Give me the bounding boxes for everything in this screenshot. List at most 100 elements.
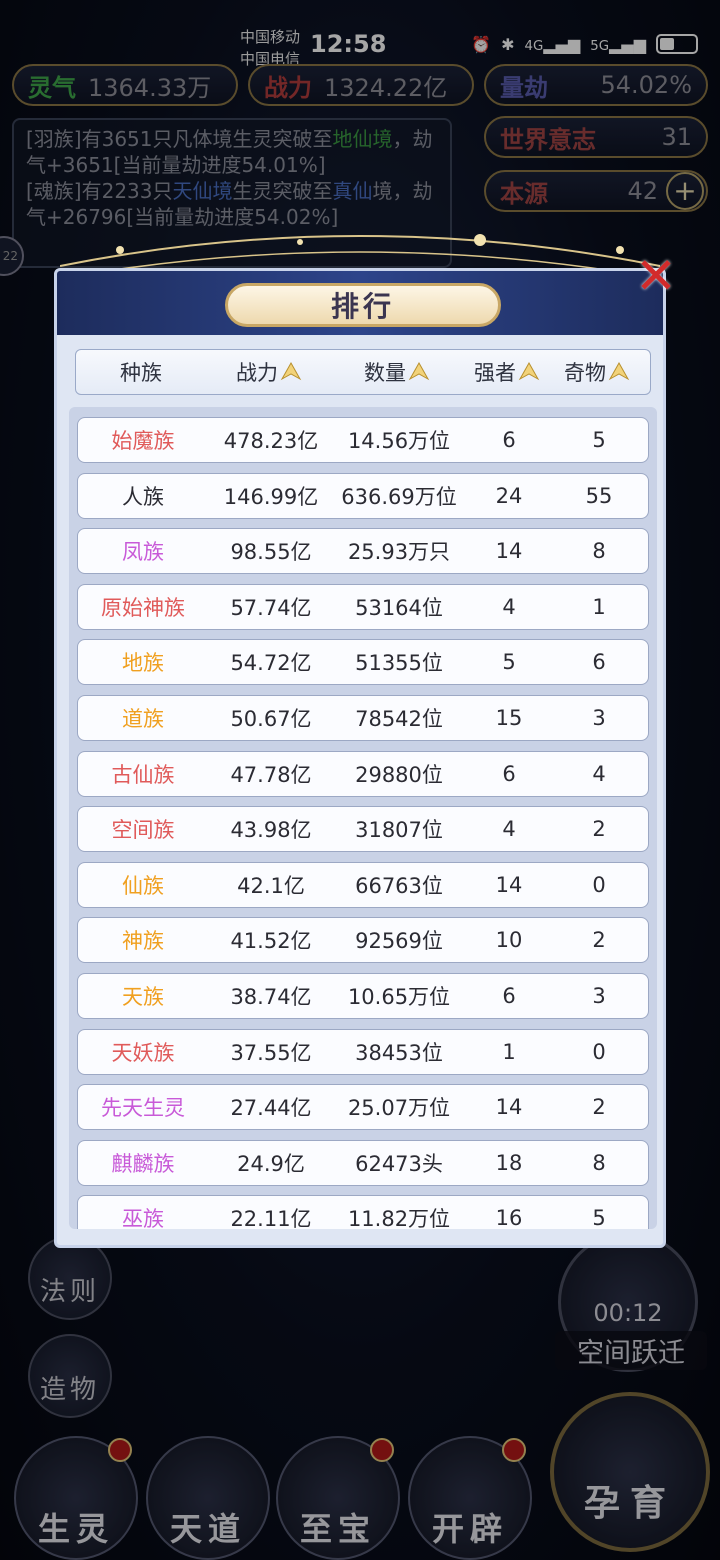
table-row[interactable]: 空间族 43.98亿 31807位 4 2 bbox=[77, 806, 649, 853]
count-cell: 25.07万位 bbox=[347, 1096, 451, 1121]
treasure-cell: 55 bbox=[585, 483, 613, 508]
treasure-cell: 5 bbox=[592, 428, 606, 452]
sort-count[interactable]: 数量 bbox=[332, 357, 462, 387]
treasure-cell: 2 bbox=[592, 817, 606, 842]
close-button[interactable]: ✕ bbox=[624, 244, 688, 308]
ranking-header: 种族 战力 数量 强者 奇物 bbox=[75, 349, 651, 395]
elite-cell: 14 bbox=[495, 872, 523, 897]
power-cell: 43.98亿 bbox=[230, 818, 312, 843]
treasure-cell: 8 bbox=[592, 539, 606, 564]
table-row[interactable]: 凤族 98.55亿 25.93万只 14 8 bbox=[77, 528, 649, 575]
count-cell: 51355位 bbox=[355, 651, 443, 676]
count-cell: 636.69万位 bbox=[341, 484, 457, 509]
elite-cell: 18 bbox=[495, 1150, 523, 1175]
power-cell: 54.72亿 bbox=[230, 651, 312, 676]
elite-cell: 14 bbox=[495, 1095, 523, 1120]
count-cell: 62473头 bbox=[355, 1151, 443, 1176]
elite-cell: 6 bbox=[502, 761, 516, 786]
elite-cell: 10 bbox=[495, 928, 523, 953]
col-race: 种族 bbox=[120, 361, 162, 385]
race-cell: 始魔族 bbox=[111, 429, 175, 453]
race-cell: 凤族 bbox=[122, 540, 164, 565]
race-cell: 古仙族 bbox=[111, 762, 175, 787]
count-cell: 10.65万位 bbox=[347, 984, 451, 1009]
treasure-cell: 6 bbox=[592, 650, 606, 675]
treasure-cell: 1 bbox=[592, 594, 606, 619]
elite-cell: 15 bbox=[495, 705, 523, 730]
modal-header: 排行 bbox=[57, 271, 663, 335]
sort-arrow-icon bbox=[280, 361, 302, 381]
power-cell: 42.1亿 bbox=[237, 873, 305, 898]
treasure-cell: 2 bbox=[592, 928, 606, 953]
sort-arrow-icon bbox=[608, 361, 630, 381]
table-row[interactable]: 原始神族 57.74亿 53164位 4 1 bbox=[77, 583, 649, 630]
elite-cell: 1 bbox=[502, 1039, 516, 1064]
count-cell: 14.56万位 bbox=[347, 429, 451, 453]
table-row[interactable]: 天族 38.74亿 10.65万位 6 3 bbox=[77, 972, 649, 1019]
elite-cell: 14 bbox=[495, 539, 523, 564]
treasure-cell: 4 bbox=[592, 761, 606, 786]
race-cell: 人族 bbox=[122, 484, 164, 509]
sort-power[interactable]: 战力 bbox=[206, 357, 332, 387]
table-row[interactable]: 道族 50.67亿 78542位 15 3 bbox=[77, 694, 649, 741]
treasure-cell: 2 bbox=[592, 1095, 606, 1120]
elite-cell: 16 bbox=[495, 1206, 523, 1229]
table-row[interactable]: 古仙族 47.78亿 29880位 6 4 bbox=[77, 750, 649, 797]
treasure-cell: 3 bbox=[592, 983, 606, 1008]
count-cell: 11.82万位 bbox=[347, 1207, 451, 1229]
power-cell: 27.44亿 bbox=[230, 1096, 312, 1121]
table-row[interactable]: 先天生灵 27.44亿 25.07万位 14 2 bbox=[77, 1084, 649, 1131]
elite-cell: 6 bbox=[502, 983, 516, 1008]
power-cell: 50.67亿 bbox=[230, 706, 312, 731]
treasure-cell: 3 bbox=[592, 705, 606, 730]
table-row[interactable]: 神族 41.52亿 92569位 10 2 bbox=[77, 917, 649, 964]
power-cell: 37.55亿 bbox=[230, 1040, 312, 1065]
table-row[interactable]: 麒麟族 24.9亿 62473头 18 8 bbox=[77, 1139, 649, 1186]
count-cell: 92569位 bbox=[355, 929, 443, 954]
table-row[interactable]: 天妖族 37.55亿 38453位 1 0 bbox=[77, 1028, 649, 1075]
treasure-cell: 0 bbox=[592, 872, 606, 897]
sort-arrow-icon bbox=[408, 361, 430, 381]
table-row[interactable]: 仙族 42.1亿 66763位 14 0 bbox=[77, 861, 649, 908]
count-cell: 25.93万只 bbox=[347, 540, 451, 565]
count-cell: 29880位 bbox=[355, 762, 443, 787]
power-cell: 98.55亿 bbox=[230, 540, 312, 565]
power-cell: 38.74亿 bbox=[230, 984, 312, 1009]
elite-cell: 5 bbox=[502, 650, 516, 675]
race-cell: 空间族 bbox=[111, 818, 175, 843]
sort-treasure[interactable]: 奇物 bbox=[552, 357, 642, 387]
ranking-list[interactable]: 始魔族 478.23亿 14.56万位 6 5 人族 146.99亿 636.69万位 24 55… bbox=[69, 407, 657, 1229]
race-cell: 巫族 bbox=[122, 1207, 164, 1229]
race-cell: 仙族 bbox=[122, 873, 164, 898]
elite-cell: 24 bbox=[495, 483, 523, 508]
race-cell: 地族 bbox=[122, 651, 164, 676]
table-row[interactable]: 人族 146.99亿 636.69万位 24 55 bbox=[77, 472, 649, 519]
table-row[interactable]: 地族 54.72亿 51355位 5 6 bbox=[77, 639, 649, 686]
race-cell: 先天生灵 bbox=[101, 1096, 185, 1121]
table-row[interactable]: 始魔族 478.23亿 14.56万位 6 5 bbox=[77, 417, 649, 463]
race-cell: 天族 bbox=[122, 984, 164, 1009]
elite-cell: 4 bbox=[502, 817, 516, 842]
close-icon: ✕ bbox=[635, 247, 677, 305]
power-cell: 47.78亿 bbox=[230, 762, 312, 787]
power-cell: 24.9亿 bbox=[237, 1151, 305, 1176]
power-cell: 57.74亿 bbox=[230, 595, 312, 620]
power-cell: 146.99亿 bbox=[223, 484, 319, 509]
power-cell: 478.23亿 bbox=[223, 429, 319, 453]
sort-elite[interactable]: 强者 bbox=[462, 357, 552, 387]
treasure-cell: 0 bbox=[592, 1039, 606, 1064]
power-cell: 22.11亿 bbox=[230, 1207, 312, 1229]
count-cell: 38453位 bbox=[355, 1040, 443, 1065]
sort-arrow-icon bbox=[518, 361, 540, 381]
race-cell: 原始神族 bbox=[101, 595, 185, 620]
count-cell: 66763位 bbox=[355, 873, 443, 898]
count-cell: 31807位 bbox=[355, 818, 443, 843]
race-cell: 神族 bbox=[122, 929, 164, 954]
ranking-modal: 排行 种族 战力 数量 强者 奇物 始魔族 478.23亿 14.56万位 6 5 人族 1… bbox=[54, 268, 666, 1248]
power-cell: 41.52亿 bbox=[230, 929, 312, 954]
race-cell: 麒麟族 bbox=[111, 1151, 175, 1176]
table-row[interactable]: 巫族 22.11亿 11.82万位 16 5 bbox=[77, 1195, 649, 1229]
treasure-cell: 8 bbox=[592, 1150, 606, 1175]
treasure-cell: 5 bbox=[592, 1206, 606, 1229]
count-cell: 78542位 bbox=[355, 706, 443, 731]
